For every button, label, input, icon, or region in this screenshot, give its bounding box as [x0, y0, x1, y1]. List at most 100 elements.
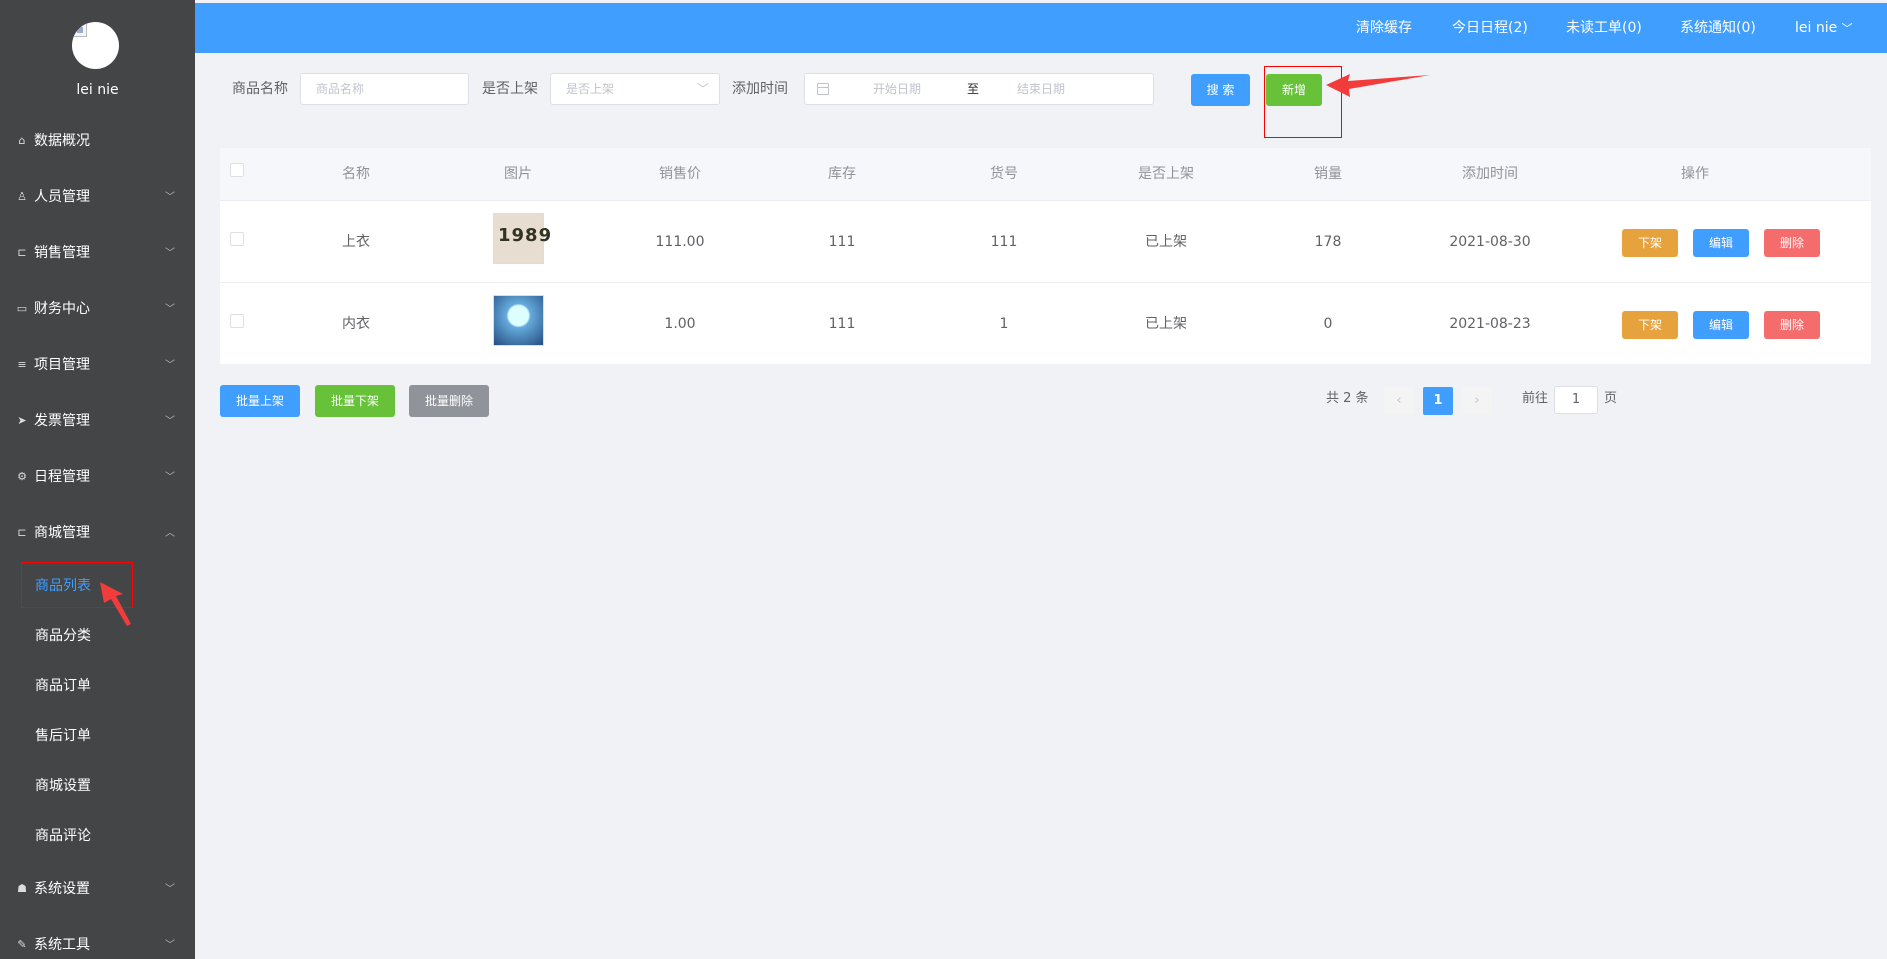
- product-name-input[interactable]: 商品名称: [300, 73, 469, 105]
- bulk-delete-button[interactable]: 批量删除: [409, 385, 489, 417]
- sidebar-item-invoices[interactable]: ➤ 发票管理 ﹀: [0, 392, 195, 448]
- column-header: 添加时间: [1462, 166, 1518, 182]
- column-header: 是否上架: [1138, 166, 1194, 182]
- off-shelf-button[interactable]: 下架: [1622, 311, 1678, 339]
- cell-name: 上衣: [342, 234, 370, 250]
- sidebar-item-finance[interactable]: ▭ 财务中心 ﹀: [0, 280, 195, 336]
- table-row: 上衣 1989 111.00 111 111 已上架 178 2021-08-3…: [220, 200, 1871, 282]
- product-thumbnail: 1989: [493, 213, 551, 264]
- bulk-off-shelf-button[interactable]: 批量下架: [315, 385, 395, 417]
- delete-button[interactable]: 删除: [1764, 311, 1820, 339]
- chevron-down-icon: ﹀: [165, 248, 175, 259]
- table-row: 内衣 1.00 111 1 已上架 0 2021-08-23 下架 编辑 删除: [220, 282, 1871, 364]
- end-date-input[interactable]: 结束日期: [1017, 74, 1065, 104]
- thumbnail-text: 1989: [498, 225, 553, 246]
- chevron-down-icon: ﹀: [696, 82, 709, 96]
- bulk-on-shelf-button[interactable]: 批量上架: [220, 385, 300, 417]
- clear-cache-link[interactable]: 清除缓存: [1356, 3, 1412, 53]
- search-button[interactable]: 搜 索: [1191, 74, 1250, 106]
- wrench-icon: ✎: [17, 937, 27, 951]
- sidebar-item-sales[interactable]: ⊏ 销售管理 ﹀: [0, 224, 195, 280]
- table-header: 名称 图片 销售价 库存 货号 是否上架 销量 添加时间 操作: [220, 148, 1871, 200]
- sidebar-item-label: 系统设置: [34, 881, 90, 897]
- product-name-label: 商品名称: [232, 81, 288, 97]
- sidebar-subitem-product-category[interactable]: 商品分类: [0, 610, 195, 660]
- date-range-picker[interactable]: 开始日期 至 结束日期: [804, 73, 1154, 105]
- sidebar-item-label: 财务中心: [34, 301, 90, 317]
- user-icon: ♙: [17, 189, 27, 203]
- cell-status: 已上架: [1145, 234, 1187, 250]
- user-menu[interactable]: lei nie ﹀: [1795, 3, 1853, 53]
- edit-button[interactable]: 编辑: [1693, 229, 1749, 257]
- cell-sku: 111: [990, 234, 1018, 250]
- chevron-up-icon: ︿: [165, 528, 175, 539]
- sidebar-subitem-mall-settings[interactable]: 商城设置: [0, 760, 195, 810]
- goto-page-input[interactable]: 1: [1554, 386, 1598, 414]
- chevron-down-icon: ﹀: [165, 884, 175, 895]
- user-menu-label: lei nie: [1795, 20, 1838, 36]
- column-header: 销量: [1314, 166, 1342, 182]
- system-notice-link[interactable]: 系统通知(0): [1680, 3, 1756, 53]
- sidebar-item-schedule[interactable]: ⚙ 日程管理 ﹀: [0, 448, 195, 504]
- on-shelf-select[interactable]: 是否上架 ﹀: [550, 73, 720, 105]
- select-all-checkbox[interactable]: [230, 163, 244, 177]
- column-header: 操作: [1681, 166, 1709, 182]
- sidebar-item-label: 数据概况: [34, 133, 90, 149]
- row-checkbox[interactable]: [230, 232, 244, 246]
- today-schedule-link[interactable]: 今日日程(2): [1452, 3, 1528, 53]
- sidebar-item-label: 项目管理: [34, 357, 90, 373]
- avatar: [72, 22, 119, 69]
- sidebar-subitem-product-reviews[interactable]: 商品评论: [0, 810, 195, 860]
- send-icon: ➤: [17, 413, 27, 427]
- cell-name: 内衣: [342, 316, 370, 332]
- annotation-arrows: [100, 74, 1430, 626]
- start-date-input[interactable]: 开始日期: [873, 74, 921, 104]
- sidebar-item-dashboard[interactable]: ⌂ 数据概况: [0, 112, 195, 168]
- annotation-box: [1264, 66, 1342, 138]
- goto-label: 前往: [1522, 391, 1549, 406]
- users-icon: ☗: [17, 881, 27, 895]
- cart-icon: ⊏: [17, 525, 27, 539]
- sidebar-item-system-tools[interactable]: ✎ 系统工具 ﹀: [0, 916, 195, 959]
- date-range-separator: 至: [967, 82, 980, 96]
- unread-orders-link[interactable]: 未读工单(0): [1566, 3, 1642, 53]
- sidebar-item-projects[interactable]: ≡ 项目管理 ﹀: [0, 336, 195, 392]
- off-shelf-button[interactable]: 下架: [1622, 229, 1678, 257]
- delete-button[interactable]: 删除: [1764, 229, 1820, 257]
- cell-sales: 0: [1323, 316, 1333, 332]
- cell-stock: 111: [828, 234, 856, 250]
- cell-stock: 111: [828, 316, 856, 332]
- database-icon: ≡: [17, 357, 27, 371]
- chevron-down-icon: ﹀: [1841, 22, 1853, 35]
- sidebar-item-label: 销售管理: [34, 245, 90, 261]
- sidebar-item-label: 系统工具: [34, 937, 90, 953]
- page-1-button[interactable]: 1: [1423, 387, 1453, 415]
- next-page-button[interactable]: ›: [1462, 387, 1492, 415]
- prev-page-button[interactable]: ‹: [1384, 387, 1414, 415]
- column-header: 名称: [342, 166, 370, 182]
- sidebar-item-label: 发票管理: [34, 413, 90, 429]
- chevron-down-icon: ﹀: [165, 416, 175, 427]
- pagination-total: 共 2 条: [1326, 391, 1369, 406]
- sidebar-item-label: 日程管理: [34, 469, 90, 485]
- sidebar-item-label: 商城管理: [34, 525, 90, 541]
- sidebar-item-staff[interactable]: ♙ 人员管理 ﹀: [0, 168, 195, 224]
- cell-sales: 178: [1314, 234, 1342, 250]
- sidebar-item-mall[interactable]: ⊏ 商城管理 ︿: [0, 504, 195, 560]
- cell-date: 2021-08-23: [1449, 316, 1531, 332]
- edit-button[interactable]: 编辑: [1693, 311, 1749, 339]
- cell-status: 已上架: [1145, 316, 1187, 332]
- chevron-down-icon: ﹀: [165, 940, 175, 951]
- on-shelf-select-placeholder: 是否上架: [566, 82, 615, 96]
- column-header: 图片: [504, 166, 532, 182]
- sidebar-item-system-settings[interactable]: ☗ 系统设置 ﹀: [0, 860, 195, 916]
- sidebar-subitem-product-orders[interactable]: 商品订单: [0, 660, 195, 710]
- product-thumbnail: [493, 295, 544, 346]
- chevron-down-icon: ﹀: [165, 304, 175, 315]
- chevron-down-icon: ﹀: [165, 192, 175, 203]
- cell-price: 111.00: [655, 234, 705, 250]
- sidebar-subitem-aftersale-orders[interactable]: 售后订单: [0, 710, 195, 760]
- sidebar-item-label: 人员管理: [34, 189, 90, 205]
- row-checkbox[interactable]: [230, 314, 244, 328]
- calendar-icon: [817, 83, 829, 95]
